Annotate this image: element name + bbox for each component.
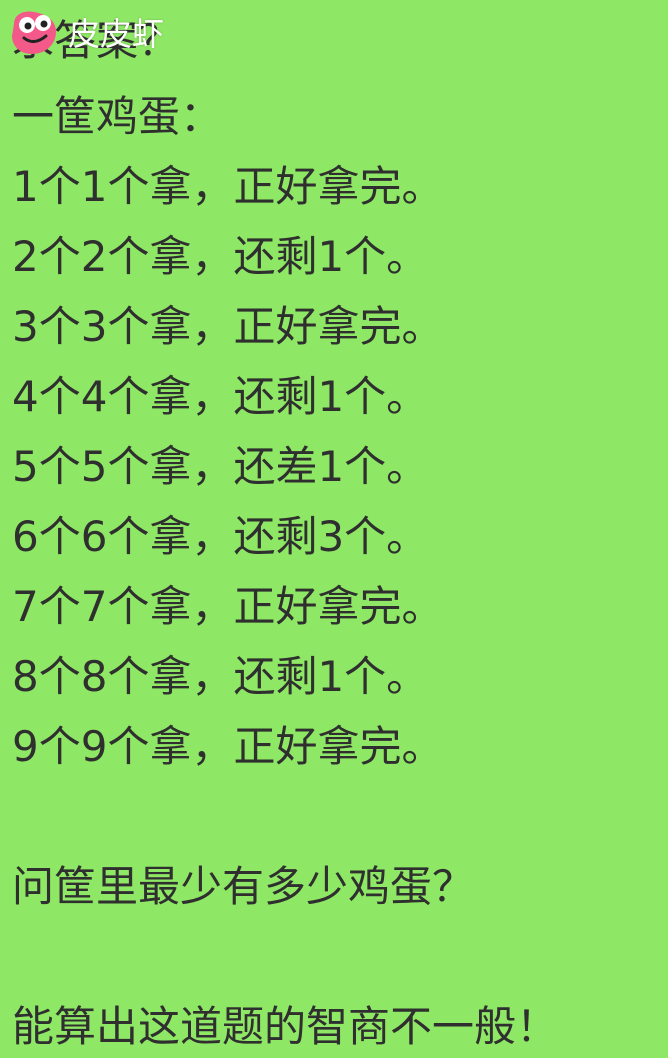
rule-line-6: 6个6个拿，还剩3个。	[12, 512, 429, 561]
rule-line-5: 5个5个拿，还差1个。	[12, 442, 429, 491]
watermark-text: 皮皮虾	[68, 15, 165, 53]
puzzle-image: 皮皮虾 求答案？ 一筐鸡蛋： 1个1个拿，正好拿完。 2个2个拿，还剩1个。 3…	[0, 0, 668, 1058]
question-line: 问筐里最少有多少鸡蛋？	[12, 862, 475, 911]
rule-line-7: 7个7个拿，正好拿完。	[12, 582, 444, 631]
watermark: 皮皮虾	[6, 2, 196, 64]
rule-line-1: 1个1个拿，正好拿完。	[12, 162, 444, 211]
rule-line-4: 4个4个拿，还剩1个。	[12, 372, 429, 421]
shrimp-mascot-icon	[12, 11, 56, 54]
closing-line: 能算出这道题的智商不一般！	[12, 1002, 559, 1051]
basket-line: 一筐鸡蛋：	[12, 92, 223, 141]
rule-line-9: 9个9个拿，正好拿完。	[12, 722, 444, 771]
rule-line-2: 2个2个拿，还剩1个。	[12, 232, 429, 281]
rule-line-8: 8个8个拿，还剩1个。	[12, 652, 429, 701]
rule-line-3: 3个3个拿，正好拿完。	[12, 302, 444, 351]
